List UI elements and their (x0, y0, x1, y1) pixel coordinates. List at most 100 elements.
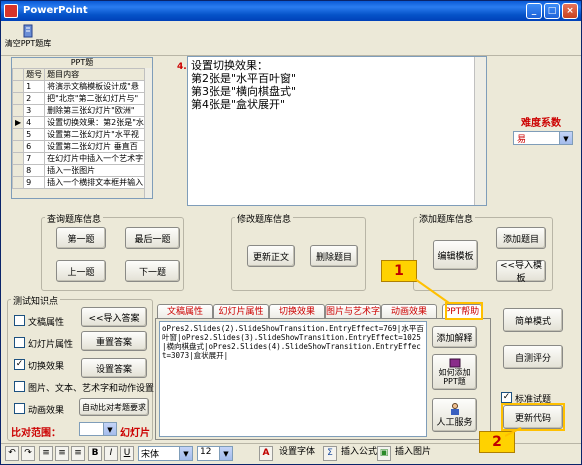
font-select[interactable]: 宋体 ▼ (138, 446, 193, 461)
redo-icon[interactable]: ↷ (21, 446, 35, 461)
table-row[interactable]: 6 设置第二张幻灯片 垂直百 (12, 140, 152, 153)
close-button[interactable]: × (562, 3, 578, 19)
row-selector[interactable] (12, 140, 25, 153)
check-image-text[interactable] (14, 381, 25, 392)
title-bar[interactable]: PowerPoint _ □ × (1, 1, 581, 21)
cell-num: 8 (23, 164, 46, 177)
chevron-down-icon[interactable]: ▼ (559, 132, 572, 144)
formula-icon[interactable]: Σ (323, 446, 337, 461)
tab-image-art[interactable]: 图片与艺术字 (325, 304, 381, 319)
powerpoint-app-icon (4, 4, 18, 18)
chevron-down-icon[interactable]: ▼ (219, 447, 232, 460)
simple-mode-button[interactable]: 简单模式 (503, 308, 563, 332)
row-selector[interactable] (12, 104, 25, 117)
check-transition[interactable]: ✓ (14, 359, 25, 370)
clear-library-label: 清空PPT题库 (4, 39, 52, 48)
first-question-button[interactable]: 第一题 (56, 227, 106, 249)
underline-button[interactable]: U (120, 446, 134, 461)
auto-compare-button[interactable]: 自动比对考题要求 (79, 398, 149, 416)
minimize-button[interactable]: _ (526, 3, 542, 19)
insert-image-button[interactable]: 插入图片 (392, 446, 434, 461)
italic-button[interactable]: I (104, 446, 118, 461)
prev-question-button[interactable]: 上一题 (56, 260, 106, 282)
difficulty-select[interactable]: 易 ▼ (513, 131, 573, 145)
difficulty-label: 难度系数 (521, 118, 561, 129)
image-icon[interactable]: ▣ (377, 446, 391, 461)
table-row[interactable]: ▶ 4 设置切换效果：第2张是"水 (12, 116, 152, 129)
table-caption: PPT题 (70, 58, 94, 67)
update-text-button[interactable]: 更新正文 (247, 245, 295, 267)
range-select[interactable]: ▼ (79, 422, 117, 436)
self-score-button[interactable]: 自测评分 (503, 345, 563, 369)
row-selector[interactable] (12, 152, 25, 165)
col-header-content: 题目内容 (44, 68, 152, 81)
chevron-down-icon[interactable]: ▼ (179, 447, 192, 460)
add-group-label: 添加题库信息 (417, 212, 476, 225)
row-selector[interactable]: ▶ (12, 116, 25, 129)
check-slide-props[interactable] (14, 337, 25, 348)
size-select[interactable]: 12 ▼ (197, 446, 233, 461)
question-text-scrollbar[interactable] (474, 57, 486, 205)
table-row[interactable]: 2 把"北京"第二张幻灯片与" (12, 92, 152, 105)
insert-formula-button[interactable]: 插入公式 (339, 446, 379, 461)
question-line: 第4张是"盒状展开" (191, 98, 286, 111)
tab-slide-props[interactable]: 幻灯片属性 (213, 304, 269, 319)
table-scrollbar[interactable] (144, 68, 152, 198)
tab-doc-props[interactable]: 文稿属性 (157, 304, 213, 319)
tab-transition[interactable]: 切换效果 (269, 304, 325, 319)
cell-num: 3 (23, 104, 46, 117)
align-left-icon[interactable]: ≡ (39, 446, 53, 461)
chevron-down-icon[interactable]: ▼ (103, 423, 116, 435)
align-center-icon[interactable]: ≡ (55, 446, 69, 461)
code-text-area[interactable]: oPres2.Slides(2).SlideShowTransition.Ent… (159, 321, 427, 437)
table-row[interactable]: 3 删除第三张幻灯片"欧洲" (12, 104, 152, 117)
how-add-button[interactable]: 如何添加 PPT题 (432, 354, 477, 390)
cell-num: 5 (23, 128, 46, 141)
table-row[interactable]: 1 将演示文稿模板设计成"悬 (12, 80, 152, 93)
set-answer-button[interactable]: 设置答案 (81, 358, 147, 378)
manual-service-button[interactable]: 人工服务 (432, 398, 477, 432)
check-doc-props-label: 文稿属性 (28, 318, 65, 328)
cell-num: 2 (23, 92, 46, 105)
check-animation[interactable] (14, 403, 25, 414)
table-row[interactable]: 8 插入一张图片 (12, 164, 152, 177)
question-table[interactable]: PPT题 题号 题目内容 1 将演示文稿模板设计成"悬 2 把"北京"第二张幻灯片与"… (11, 57, 153, 199)
reset-answer-button[interactable]: 重置答案 (81, 331, 147, 351)
row-selector[interactable] (12, 176, 25, 189)
check-doc-props[interactable] (14, 315, 25, 326)
row-selector[interactable] (12, 164, 25, 177)
person-icon (450, 402, 459, 415)
modify-group-label: 修改题库信息 (235, 212, 294, 225)
cell-num: 7 (23, 152, 46, 165)
delete-question-button[interactable]: 删除题目 (310, 245, 358, 267)
col-header-num: 题号 (23, 68, 46, 81)
size-value: 12 (200, 447, 212, 457)
add-explain-button[interactable]: 添加解释 (432, 326, 477, 348)
bold-button[interactable]: B (88, 446, 102, 461)
clear-library-button[interactable]: 清空PPT题库 (4, 23, 52, 53)
difficulty-value: 易 (517, 135, 527, 145)
set-font-button[interactable]: 设置字体 (277, 446, 317, 461)
font-icon[interactable]: A (259, 446, 273, 461)
how-add-line2: PPT题 (443, 377, 466, 386)
maximize-button[interactable]: □ (544, 3, 560, 19)
main-window: PowerPoint _ □ × 清空PPT题库 PPT题 题号 题目内容 1将… (0, 0, 582, 465)
next-question-button[interactable]: 下一题 (125, 260, 180, 282)
table-row[interactable]: 9 插入一个横排文本框并输入 (12, 176, 152, 189)
undo-icon[interactable]: ↶ (5, 446, 19, 461)
row-selector[interactable] (12, 128, 25, 141)
last-question-button[interactable]: 最后一题 (125, 227, 180, 249)
import-answer-button[interactable]: <<导入答案 (81, 307, 147, 327)
align-right-icon[interactable]: ≡ (71, 446, 85, 461)
row-selector[interactable] (12, 92, 25, 105)
add-question-button[interactable]: 添加题目 (496, 227, 546, 249)
import-template-button[interactable]: <<导入模板 (496, 260, 546, 284)
standard-question-check[interactable]: ✓ (501, 392, 512, 403)
row-selector[interactable] (12, 80, 25, 93)
question-text-area[interactable]: 设置切换效果： 第2张是"水平百叶窗" 第3张是"横向棋盘式" 第4张是"盒状展… (187, 56, 487, 206)
arrow-1 (414, 277, 455, 307)
table-row[interactable]: 5 设置第二张幻灯片"水平视 (12, 128, 152, 141)
table-row[interactable]: 7 在幻灯片中插入一个艺术字 (12, 152, 152, 165)
edit-template-button[interactable]: 编辑模板 (433, 240, 478, 270)
check-animation-label: 动画效果 (28, 406, 65, 416)
